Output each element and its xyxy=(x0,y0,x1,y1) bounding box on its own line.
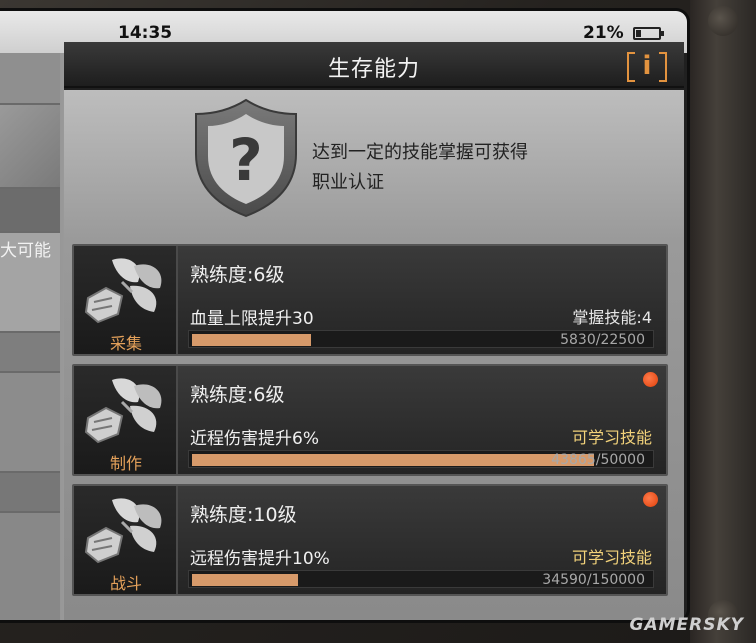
svg-text:?: ? xyxy=(229,126,263,194)
notification-dot-icon xyxy=(643,492,658,507)
notification-dot-icon xyxy=(643,372,658,387)
progress-bar: 34590/150000 xyxy=(188,570,654,588)
card-bonus: 近程伤害提升6% xyxy=(190,429,319,449)
card-category: 采集 xyxy=(109,334,142,353)
progress-fill xyxy=(192,334,311,346)
card-category: 制作 xyxy=(109,454,142,473)
battery-percent: 21% xyxy=(583,23,624,43)
fist-leaves-icon xyxy=(84,258,162,324)
side-tile[interactable] xyxy=(0,189,60,233)
bolt-icon xyxy=(708,6,738,36)
progress-text: 5830/22500 xyxy=(560,332,645,348)
progress-bar: 43865/50000 xyxy=(188,450,654,468)
status-time: 14:35 xyxy=(118,23,173,43)
mastered-skills-label: 掌握技能:4 xyxy=(572,308,652,327)
skill-card-combat[interactable]: 战斗 熟练度:10级 远程伤害提升10% 可学习技能 34590/150000 xyxy=(72,484,668,596)
header-description: 达到一定的技能掌握可获得 职业认证 xyxy=(312,138,612,198)
fist-leaves-icon xyxy=(84,498,162,564)
progress-text: 43865/50000 xyxy=(551,452,645,468)
card-icon-box: 战斗 xyxy=(74,486,178,594)
info-button[interactable]: i xyxy=(627,52,667,82)
progress-fill xyxy=(192,574,298,586)
skill-card-crafting[interactable]: 制作 熟练度:6级 近程伤害提升6% 可学习技能 43865/50000 xyxy=(72,364,668,476)
learnable-skill-link[interactable]: 可学习技能 xyxy=(572,544,652,568)
device-bezel-right xyxy=(690,0,756,643)
side-panel-label: 大可能 xyxy=(0,241,51,261)
card-bonus: 血量上限提升30 xyxy=(190,309,314,329)
progress-fill xyxy=(192,454,594,466)
shield-question-icon: ? xyxy=(195,98,297,218)
card-bonus: 远程伤害提升10% xyxy=(190,549,330,569)
title-bar: 生存能力 xyxy=(64,42,684,88)
progress-text: 34590/150000 xyxy=(542,572,645,588)
side-tile[interactable] xyxy=(0,105,60,189)
battery-icon xyxy=(633,27,664,40)
side-tile[interactable] xyxy=(0,333,60,373)
fist-leaves-icon xyxy=(84,378,162,444)
side-tile[interactable] xyxy=(0,53,60,105)
page-title: 生存能力 xyxy=(327,57,420,82)
info-icon: i xyxy=(642,51,652,81)
left-side-panel[interactable] xyxy=(0,53,64,620)
skill-card-gathering[interactable]: 采集 熟练度:6级 血量上限提升30 掌握技能:4 5830/22500 xyxy=(72,244,668,356)
card-level: 熟练度:6级 xyxy=(190,264,285,286)
watermark-logo: GAMERSKY xyxy=(629,615,744,635)
card-icon-box: 制作 xyxy=(74,366,178,474)
header-text-line: 达到一定的技能掌握可获得 xyxy=(312,142,528,163)
side-tile[interactable] xyxy=(0,373,60,473)
header-text-line: 职业认证 xyxy=(312,172,384,193)
card-icon-box: 采集 xyxy=(74,246,178,354)
card-category: 战斗 xyxy=(109,574,142,593)
card-level: 熟练度:6级 xyxy=(190,384,285,406)
progress-bar: 5830/22500 xyxy=(188,330,654,348)
side-tile[interactable] xyxy=(0,473,60,513)
side-tile[interactable] xyxy=(0,513,60,620)
card-level: 熟练度:10级 xyxy=(190,504,297,526)
learnable-skill-link[interactable]: 可学习技能 xyxy=(572,424,652,448)
